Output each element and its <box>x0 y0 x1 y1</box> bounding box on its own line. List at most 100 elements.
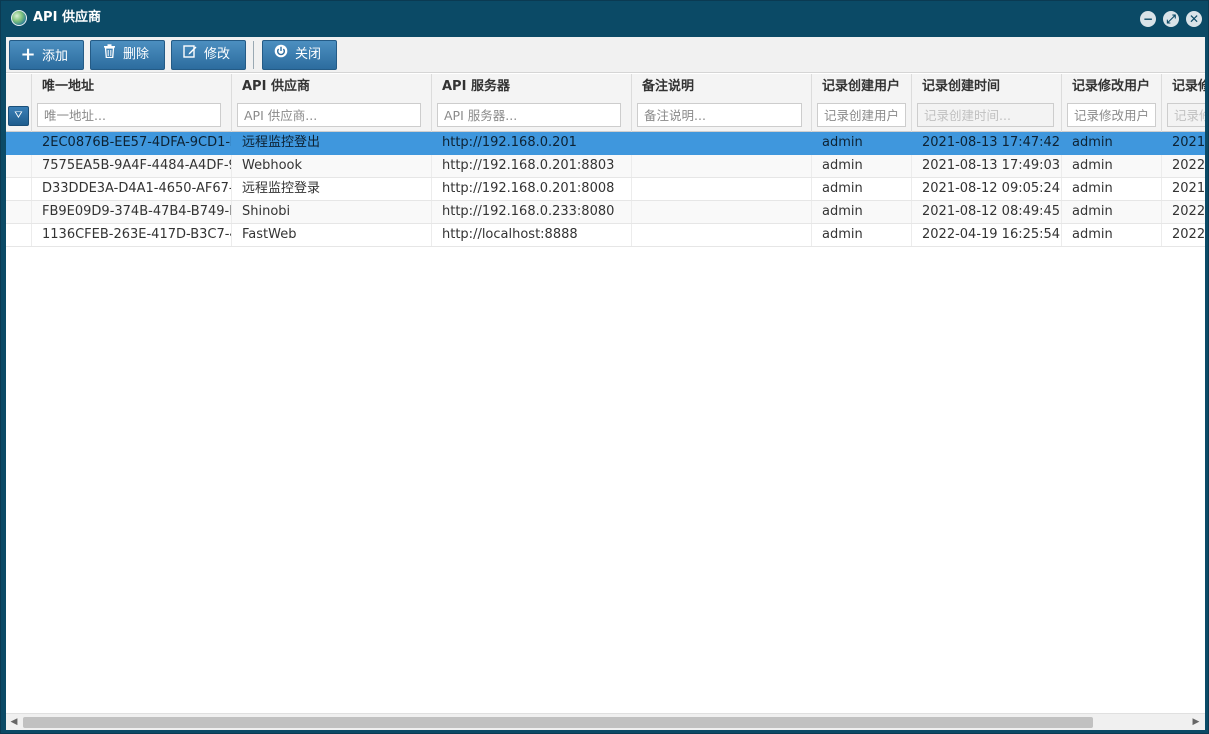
column-header-remark: 备注说明 <box>642 79 695 94</box>
cell-modified-by: admin <box>1062 224 1162 246</box>
cell-created-by: admin <box>812 132 912 154</box>
table-row[interactable]: 1136CFEB-263E-417D-B3C7-4B FastWeb http://… <box>6 224 1205 247</box>
filter-input-modified-time <box>1167 103 1205 127</box>
filter-input-provider[interactable] <box>237 103 421 127</box>
cell-created-time: 2021-08-12 08:49:45 <box>912 201 1062 223</box>
close-button-label: 关闭 <box>295 47 322 62</box>
filter-input-uid[interactable] <box>37 103 221 127</box>
cell-modified-by: admin <box>1062 201 1162 223</box>
cell-uid: 7575EA5B-9A4F-4484-A4DF-9B <box>32 155 232 177</box>
cell-remark <box>632 201 812 223</box>
scroll-right-icon[interactable]: ▶ <box>1189 714 1203 730</box>
column-server[interactable]: API 服务器 <box>432 74 632 132</box>
table-row[interactable]: D33DDE3A-D4A1-4650-AF67-A1 远程监控登录 http://1… <box>6 178 1205 201</box>
cell-provider: Shinobi <box>232 201 432 223</box>
window-title: API 供应商 <box>33 10 101 25</box>
column-created-by[interactable]: 记录创建用户 <box>812 74 912 132</box>
power-icon <box>273 41 289 69</box>
cell-modified-time: 2022- <box>1162 224 1205 246</box>
cell-remark <box>632 132 812 154</box>
filter-input-created-time <box>917 103 1054 127</box>
toolbar-separator <box>253 41 254 69</box>
column-header-uid: 唯一地址 <box>42 79 95 94</box>
cell-modified-by: admin <box>1062 132 1162 154</box>
row-selector[interactable] <box>6 178 32 200</box>
cell-provider: FastWeb <box>232 224 432 246</box>
filter-column: ⛛ <box>6 74 32 132</box>
cell-server: http://192.168.0.201:8803 <box>432 155 632 177</box>
delete-button-label: 删除 <box>123 47 150 62</box>
cell-modified-by: admin <box>1062 155 1162 177</box>
filter-input-remark[interactable] <box>637 103 802 127</box>
window-content: + 添加 删除 修改 关闭 ⛛ 唯一地址 唯一地址... API 供应商 API… <box>6 37 1205 730</box>
cell-uid: 2EC0876B-EE57-4DFA-9CD1-B3 <box>32 132 232 154</box>
row-selector[interactable] <box>6 132 32 154</box>
table-row[interactable]: FB9E09D9-374B-47B4-B749-E8 Shinobi http://… <box>6 201 1205 224</box>
cell-remark <box>632 178 812 200</box>
table-row[interactable]: 7575EA5B-9A4F-4484-A4DF-9B Webhook http://… <box>6 155 1205 178</box>
edit-icon <box>182 41 198 69</box>
cell-modified-time: 2021- <box>1162 178 1205 200</box>
table-row[interactable]: 2EC0876B-EE57-4DFA-9CD1-B3 远程监控登出 http://1… <box>6 132 1205 155</box>
column-created-time[interactable]: 记录创建时间 <box>912 74 1062 132</box>
cell-server: http://192.168.0.201:8008 <box>432 178 632 200</box>
maximize-icon[interactable]: ⤢ <box>1163 11 1179 27</box>
cell-created-by: admin <box>812 155 912 177</box>
filter-input-modified-by[interactable] <box>1067 103 1156 127</box>
column-header-created-time: 记录创建时间 <box>922 79 1001 94</box>
minimize-icon[interactable]: − <box>1140 11 1156 27</box>
column-remark[interactable]: 备注说明 <box>632 74 812 132</box>
cell-created-by: admin <box>812 224 912 246</box>
title-bar[interactable]: API 供应商 − ⤢ ✕ <box>1 1 1208 36</box>
cell-provider: 远程监控登出 <box>232 132 432 154</box>
grid-header: ⛛ 唯一地址 API 供应商 API 服务器 备注说明 <box>6 74 1205 132</box>
cell-modified-time: 2021- <box>1162 132 1205 154</box>
column-modified-time[interactable]: 记录修 <box>1162 74 1205 132</box>
cell-uid: FB9E09D9-374B-47B4-B749-E8 <box>32 201 232 223</box>
column-uid[interactable]: 唯一地址 <box>32 74 232 132</box>
close-button[interactable]: 关闭 <box>262 40 337 70</box>
horizontal-scrollbar[interactable]: ◀ ▶ <box>6 713 1205 730</box>
filter-input-created-by[interactable] <box>817 103 906 127</box>
cell-created-by: admin <box>812 201 912 223</box>
cell-provider: 远程监控登录 <box>232 178 432 200</box>
cell-server: http://192.168.0.201 <box>432 132 632 154</box>
cell-created-by: admin <box>812 178 912 200</box>
row-selector[interactable] <box>6 201 32 223</box>
scroll-left-icon[interactable]: ◀ <box>7 714 21 730</box>
cell-created-time: 2021-08-13 17:49:03 <box>912 155 1062 177</box>
column-modified-by[interactable]: 记录修改用户 <box>1062 74 1162 132</box>
column-header-modified-time: 记录修 <box>1172 79 1205 94</box>
cell-uid: 1136CFEB-263E-417D-B3C7-4B <box>32 224 232 246</box>
cell-uid: D33DDE3A-D4A1-4650-AF67-A1 <box>32 178 232 200</box>
scrollbar-thumb[interactable] <box>23 717 1093 728</box>
globe-icon <box>11 10 27 26</box>
column-header-provider: API 供应商 <box>242 79 310 94</box>
close-window-icon[interactable]: ✕ <box>1186 11 1202 27</box>
add-button[interactable]: + 添加 <box>9 40 84 70</box>
cell-remark <box>632 155 812 177</box>
cell-provider: Webhook <box>232 155 432 177</box>
cell-server: http://localhost:8888 <box>432 224 632 246</box>
column-header-modified-by: 记录修改用户 <box>1072 79 1151 94</box>
cell-modified-by: admin <box>1062 178 1162 200</box>
add-button-label: 添加 <box>42 49 69 64</box>
edit-button-label: 修改 <box>204 47 231 62</box>
column-header-created-by: 记录创建用户 <box>822 79 901 94</box>
cell-created-time: 2021-08-13 17:47:42 <box>912 132 1062 154</box>
column-header-server: API 服务器 <box>442 79 510 94</box>
provider-grid: ⛛ 唯一地址 API 供应商 API 服务器 备注说明 <box>6 74 1205 714</box>
trash-icon <box>101 41 117 69</box>
row-selector[interactable] <box>6 224 32 246</box>
edit-button[interactable]: 修改 <box>171 40 246 70</box>
cell-modified-time: 2022- <box>1162 155 1205 177</box>
column-provider[interactable]: API 供应商 <box>232 74 432 132</box>
delete-button[interactable]: 删除 <box>90 40 165 70</box>
cell-created-time: 2021-08-12 09:05:24 <box>912 178 1062 200</box>
filter-toggle-icon[interactable]: ⛛ <box>8 106 29 126</box>
filter-input-server[interactable] <box>437 103 621 127</box>
cell-created-time: 2022-04-19 16:25:54 <box>912 224 1062 246</box>
row-selector[interactable] <box>6 155 32 177</box>
api-provider-window: API 供应商 − ⤢ ✕ + 添加 删除 修改 关闭 ⛛ 唯一地址 唯一地址.… <box>0 0 1209 734</box>
grid-body: 2EC0876B-EE57-4DFA-9CD1-B3 远程监控登出 http://1… <box>6 132 1205 247</box>
